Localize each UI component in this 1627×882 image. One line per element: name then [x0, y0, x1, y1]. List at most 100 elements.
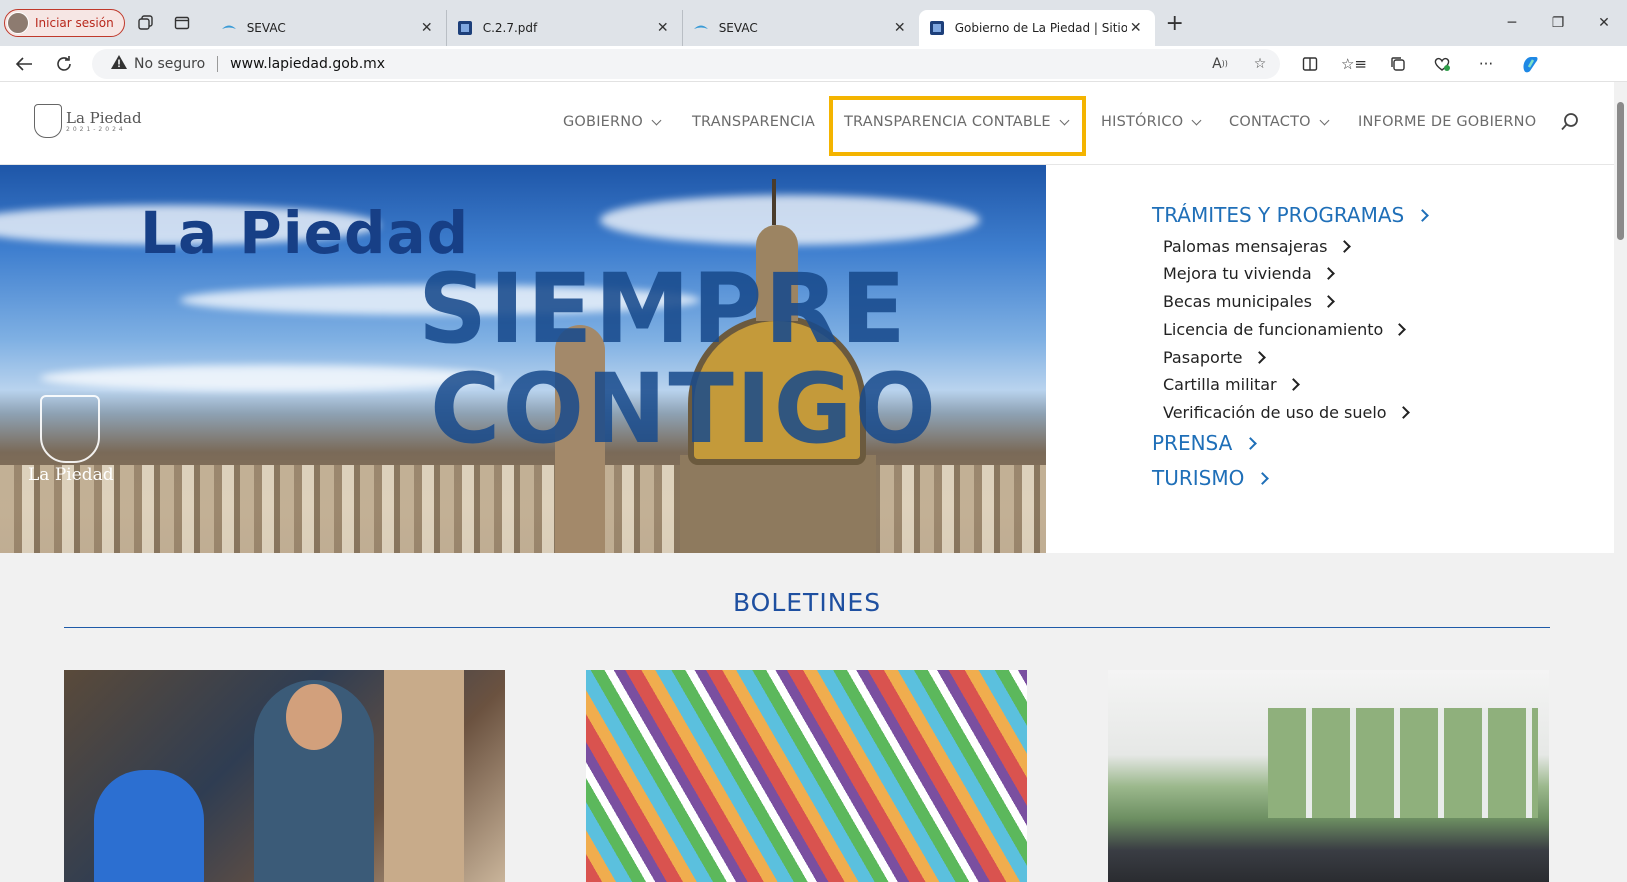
close-tab-icon[interactable]: ✕: [418, 20, 436, 36]
divider: [217, 55, 219, 72]
collections-icon[interactable]: [1376, 56, 1420, 72]
tramites-menu: TRÁMITES Y PROGRAMAS Palomas mensajeras …: [1046, 165, 1614, 553]
nav-gobierno[interactable]: GOBIERNO: [563, 114, 662, 130]
scrollbar-thumb[interactable]: [1617, 102, 1624, 240]
nav-label: INFORME DE GOBIERNO: [1358, 114, 1537, 130]
menu-label: TRÁMITES Y PROGRAMAS: [1152, 203, 1405, 227]
watermark-text: La Piedad: [28, 465, 114, 485]
split-screen-icon[interactable]: [1288, 56, 1332, 72]
boletin-card-2[interactable]: [586, 670, 1027, 882]
page-scrollbar[interactable]: [1614, 82, 1627, 882]
tab-actions-icon[interactable]: [167, 8, 197, 38]
browser-essentials-icon[interactable]: [1420, 56, 1464, 72]
back-arrow-icon: [15, 56, 32, 71]
sevac-favicon-icon: [693, 25, 708, 29]
tab-pdf[interactable]: C.2.7.pdf ✕: [447, 10, 683, 46]
profile-label: Iniciar sesión: [35, 16, 114, 30]
security-status[interactable]: No seguro: [134, 56, 205, 72]
back-button[interactable]: [8, 48, 40, 80]
chevron-right-icon: [1244, 436, 1258, 450]
church-drum: [680, 455, 876, 553]
boletines-divider: [64, 627, 1550, 628]
nav-label: GOBIERNO: [563, 114, 643, 130]
chevron-right-icon: [1396, 406, 1410, 419]
nav-transparencia[interactable]: TRANSPARENCIA: [692, 114, 815, 130]
profile-button[interactable]: Iniciar sesión: [4, 9, 125, 37]
menu-item-verificacion-de-uso-de-suelo[interactable]: Verificación de uso de suelo: [1163, 403, 1410, 422]
close-tab-icon[interactable]: ✕: [654, 20, 672, 36]
menu-label: Licencia de funcionamiento: [1163, 320, 1384, 339]
url-text[interactable]: www.lapiedad.gob.mx: [230, 56, 385, 72]
close-tab-icon[interactable]: ✕: [891, 20, 909, 36]
minimize-icon[interactable]: ─: [1489, 0, 1535, 46]
menu-item-licencia-de-funcionamiento[interactable]: Licencia de funcionamiento: [1163, 320, 1407, 339]
close-window-icon[interactable]: ✕: [1581, 0, 1627, 46]
address-toolbar: No seguro www.lapiedad.gob.mx A)) ☆ ☆≡ ·…: [0, 46, 1627, 82]
menu-label: Pasaporte: [1163, 348, 1243, 367]
menu-item-pasaporte[interactable]: Pasaporte: [1163, 348, 1266, 367]
copilot-icon[interactable]: [1508, 54, 1552, 74]
menu-prensa[interactable]: PRENSA: [1152, 431, 1258, 455]
tab-title: SEVAC: [246, 21, 286, 35]
chevron-right-icon: [1286, 378, 1300, 391]
boletin-card-1[interactable]: [64, 670, 505, 882]
site-header: La Piedad 2021-2024 GOBIERNO TRANSPARENC…: [0, 82, 1614, 165]
city-skyline: [0, 465, 1046, 553]
menu-item-palomas-mensajeras[interactable]: Palomas mensajeras: [1163, 237, 1351, 256]
reload-icon: [57, 55, 71, 71]
reload-button[interactable]: [48, 48, 80, 80]
chevron-right-icon: [1393, 323, 1407, 336]
close-tab-icon[interactable]: ✕: [1127, 20, 1145, 36]
hero-slogan-line1: SIEMPRE: [418, 253, 908, 365]
address-bar[interactable]: No seguro www.lapiedad.gob.mx A)) ☆: [92, 48, 1280, 79]
nav-historico[interactable]: HISTÓRICO: [1101, 114, 1202, 130]
nav-label: CONTACTO: [1229, 114, 1311, 130]
favorites-icon[interactable]: ☆≡: [1332, 55, 1376, 73]
highlight-box: [829, 96, 1086, 156]
menu-label: PRENSA: [1152, 431, 1233, 455]
nav-contacto[interactable]: CONTACTO: [1229, 114, 1330, 130]
tab-sevac-1[interactable]: SEVAC ✕: [211, 10, 447, 46]
more-options-icon[interactable]: ···: [1464, 55, 1508, 73]
cross: [772, 179, 776, 225]
read-aloud-icon[interactable]: A)): [1200, 56, 1240, 72]
chevron-right-icon: [1337, 240, 1351, 253]
menu-tramites-y-programas[interactable]: TRÁMITES Y PROGRAMAS: [1152, 203, 1430, 227]
menu-label: Verificación de uso de suelo: [1163, 403, 1387, 422]
menu-item-cartilla-militar[interactable]: Cartilla militar: [1163, 375, 1300, 394]
tab-sevac-2[interactable]: SEVAC ✕: [683, 10, 919, 46]
chevron-right-icon: [1256, 471, 1270, 485]
menu-item-mejora-tu-vivienda[interactable]: Mejora tu vivienda: [1163, 264, 1335, 283]
warning-icon[interactable]: [110, 54, 128, 74]
la-piedad-favicon-icon: [929, 21, 944, 35]
chevron-right-icon: [1252, 351, 1266, 364]
photo-person: [94, 770, 204, 882]
new-tab-button[interactable]: +: [1159, 7, 1191, 39]
nav-informe-de-gobierno[interactable]: INFORME DE GOBIERNO: [1358, 114, 1536, 130]
menu-label: Cartilla militar: [1163, 375, 1277, 394]
tab-gobierno-la-piedad[interactable]: Gobierno de La Piedad | Sitio We ✕: [918, 10, 1155, 46]
photo-windows: [1268, 708, 1538, 818]
menu-turismo[interactable]: TURISMO: [1152, 466, 1270, 490]
photo-board: [384, 670, 464, 882]
window-controls: ─ ❐ ✕: [1489, 0, 1627, 46]
restore-icon[interactable]: ❐: [1535, 0, 1581, 46]
chevron-down-icon: [1319, 115, 1330, 125]
chevron-down-icon: [1191, 115, 1202, 125]
main-navigation: GOBIERNO TRANSPARENCIA TRANSPARENCIA CON…: [0, 82, 1614, 165]
avatar: [7, 12, 29, 34]
search-icon[interactable]: [1560, 112, 1580, 136]
hero-banner[interactable]: La Piedad SIEMPRE CONTIGO La Piedad: [0, 165, 1046, 553]
nav-label: HISTÓRICO: [1101, 114, 1184, 130]
favorite-star-icon[interactable]: ☆: [1240, 56, 1280, 72]
menu-item-becas-municipales[interactable]: Becas municipales: [1163, 292, 1335, 311]
browser-tab-strip: Iniciar sesión SEVAC ✕ C.2.7.pdf ✕ SEVAC…: [0, 0, 1627, 46]
tab-title: C.2.7.pdf: [482, 21, 538, 35]
chevron-right-icon: [1322, 295, 1335, 308]
chevron-down-icon: [651, 115, 662, 125]
boletines-heading: BOLETINES: [732, 588, 882, 617]
sevac-favicon-icon: [221, 25, 236, 29]
workspaces-icon[interactable]: [131, 8, 161, 38]
chevron-right-icon: [1416, 208, 1430, 222]
boletin-card-3[interactable]: [1108, 670, 1549, 882]
